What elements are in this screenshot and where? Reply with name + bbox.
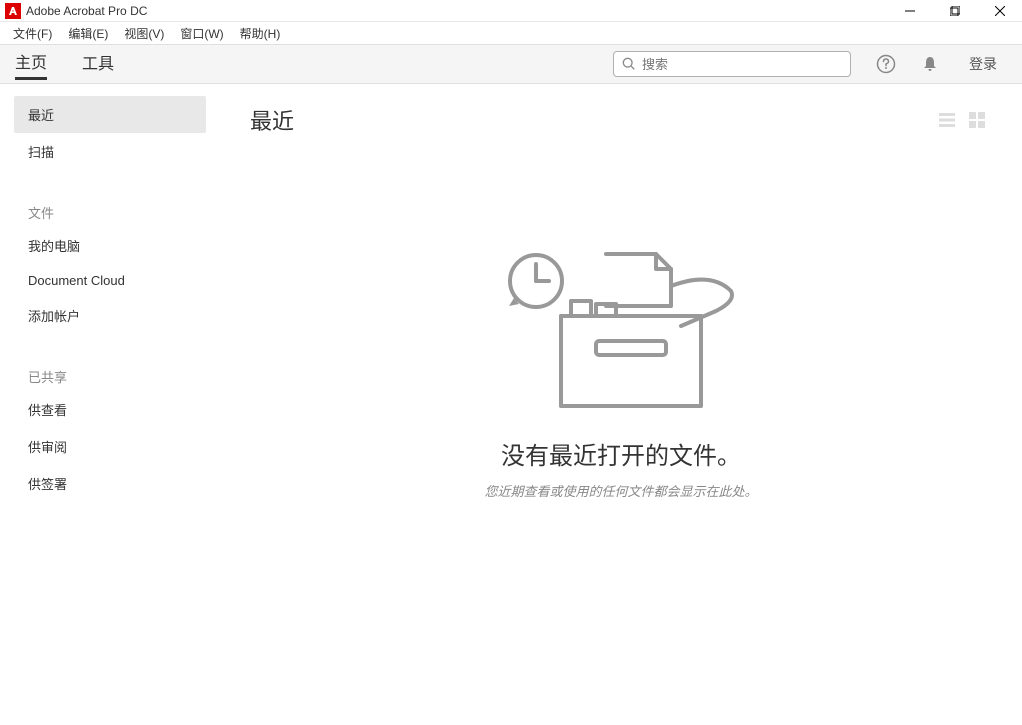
- tab-home[interactable]: 主页: [15, 49, 47, 80]
- top-toolbar: 主页 工具 登录: [0, 44, 1022, 84]
- window-title: Adobe Acrobat Pro DC: [26, 4, 147, 18]
- content-area: 最近: [220, 84, 1022, 725]
- sidebar-item-scan[interactable]: 扫描: [14, 133, 206, 170]
- close-button[interactable]: [977, 0, 1022, 22]
- help-icon[interactable]: [876, 54, 896, 74]
- sidebar-item-recent[interactable]: 最近: [14, 96, 206, 133]
- tab-tools[interactable]: 工具: [82, 50, 114, 78]
- sidebar-item-my-computer[interactable]: 我的电脑: [14, 227, 206, 264]
- content-header: 最近: [250, 104, 992, 136]
- empty-illustration: [491, 246, 751, 416]
- sidebar-header-shared: 已共享: [14, 362, 206, 391]
- sidebar-item-add-account[interactable]: 添加帐户: [14, 297, 206, 334]
- sidebar-item-document-cloud[interactable]: Document Cloud: [14, 264, 206, 297]
- menu-window[interactable]: 窗口(W): [172, 23, 231, 44]
- sidebar: 最近 扫描 文件 我的电脑 Document Cloud 添加帐户 已共享 供查…: [0, 84, 220, 725]
- list-view-button[interactable]: [936, 109, 958, 131]
- menu-view[interactable]: 视图(V): [116, 23, 172, 44]
- empty-state: 没有最近打开的文件。 您近期查看或使用的任何文件都会显示在此处。: [250, 246, 992, 500]
- sidebar-item-for-view[interactable]: 供查看: [14, 391, 206, 428]
- search-input[interactable]: [642, 57, 842, 72]
- search-box[interactable]: [613, 51, 851, 77]
- app-icon: [5, 3, 21, 19]
- sidebar-item-for-sign[interactable]: 供签署: [14, 465, 206, 502]
- bell-icon[interactable]: [921, 55, 939, 73]
- menu-edit[interactable]: 编辑(E): [60, 23, 116, 44]
- empty-subline: 您近期查看或使用的任何文件都会显示在此处。: [484, 481, 757, 500]
- empty-headline: 没有最近打开的文件。: [501, 436, 741, 471]
- menu-file[interactable]: 文件(F): [5, 23, 60, 44]
- title-bar: Adobe Acrobat Pro DC: [0, 0, 1022, 22]
- maximize-button[interactable]: [932, 0, 977, 22]
- menu-help[interactable]: 帮助(H): [232, 23, 289, 44]
- login-button[interactable]: 登录: [969, 54, 997, 74]
- grid-view-button[interactable]: [966, 109, 988, 131]
- view-toggle: [936, 109, 988, 131]
- sidebar-header-files: 文件: [14, 198, 206, 227]
- search-icon: [622, 57, 636, 71]
- minimize-button[interactable]: [887, 0, 932, 22]
- menu-bar: 文件(F) 编辑(E) 视图(V) 窗口(W) 帮助(H): [0, 22, 1022, 44]
- sidebar-item-for-review[interactable]: 供审阅: [14, 428, 206, 465]
- content-title: 最近: [250, 104, 294, 136]
- main-area: 最近 扫描 文件 我的电脑 Document Cloud 添加帐户 已共享 供查…: [0, 84, 1022, 725]
